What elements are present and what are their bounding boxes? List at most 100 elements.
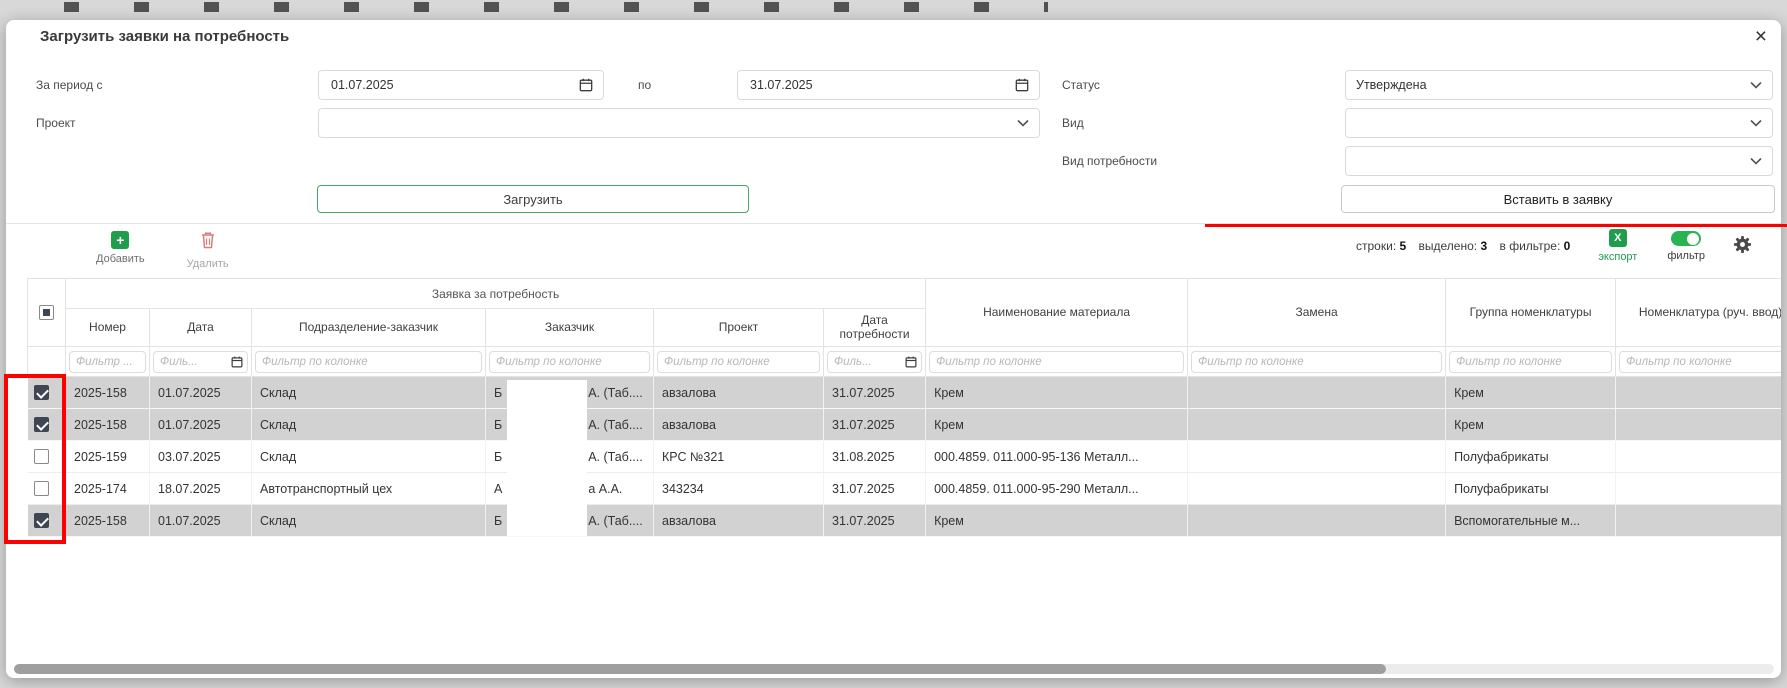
filter-project-cell [654, 347, 824, 377]
column-header-date[interactable]: Дата [150, 309, 252, 347]
requests-table: Заявка за потребность Наименование матер… [27, 278, 1781, 570]
column-header-group[interactable]: Группа номенклатуры [1446, 279, 1616, 347]
column-header-number[interactable]: Номер [66, 309, 150, 347]
group-header: Заявка за потребность [66, 279, 926, 309]
cell-number: 2025-158 [66, 409, 150, 441]
cell-date: 03.07.2025 [150, 441, 252, 473]
period-to-label: по [638, 78, 651, 92]
selected-count: 3 [1480, 239, 1487, 253]
close-icon[interactable]: × [1755, 26, 1767, 47]
filter-empty-cell [28, 347, 66, 377]
filter-toggle-block[interactable]: фильтр [1667, 229, 1705, 262]
cell-date: 01.07.2025 [150, 377, 252, 409]
filter-material-input[interactable] [929, 351, 1184, 373]
chevron-down-icon [1750, 81, 1762, 89]
annotation-red-box-checkboxes [4, 374, 66, 544]
cell-department: Склад [252, 441, 486, 473]
calendar-icon[interactable] [1015, 78, 1029, 92]
period-from-field[interactable] [318, 70, 604, 100]
cell-department: Склад [252, 409, 486, 441]
cell-project: авзалова [654, 377, 824, 409]
load-requests-dialog: Загрузить заявки на потребность × За пер… [6, 20, 1781, 678]
table-row[interactable]: 2025-17418.07.2025Автотранспортный цехАа… [28, 473, 1782, 505]
chevron-down-icon [1017, 119, 1029, 127]
load-button[interactable]: Загрузить [317, 185, 749, 213]
cell-group: Полуфабрикаты [1446, 473, 1616, 505]
cell-date: 01.07.2025 [150, 505, 252, 537]
cell-manual [1616, 505, 1781, 537]
settings-button[interactable] [1733, 235, 1752, 259]
cell-number: 2025-158 [66, 377, 150, 409]
cell-material: 000.4859. 011.000-95-136 Металл... [926, 441, 1188, 473]
select-all-cell[interactable] [28, 279, 66, 347]
cell-date: 01.07.2025 [150, 409, 252, 441]
cell-need_date: 31.07.2025 [824, 505, 926, 537]
delete-button[interactable]: Удалить [187, 231, 229, 270]
cell-department: Склад [252, 505, 486, 537]
filter-department-cell [252, 347, 486, 377]
project-select[interactable] [318, 108, 1040, 138]
cell-group: Полуфабрикаты [1446, 441, 1616, 473]
column-header-manual[interactable]: Номенклатура (руч. ввод) [1616, 279, 1781, 347]
vid-select[interactable] [1345, 108, 1773, 138]
calendar-icon[interactable] [579, 78, 593, 92]
filtered-label: в фильтре: [1500, 239, 1561, 253]
cell-replacement [1188, 441, 1446, 473]
status-select[interactable]: Утверждена [1345, 70, 1773, 100]
need-type-label: Вид потребности [1062, 154, 1157, 168]
filter-need-date-input[interactable] [832, 352, 905, 372]
need-type-select[interactable] [1345, 146, 1773, 176]
table-row[interactable]: 2025-15801.07.2025СкладБА. (Таб....авзал… [28, 377, 1782, 409]
filter-customer-input[interactable] [489, 351, 650, 373]
cell-replacement [1188, 505, 1446, 537]
column-header-department[interactable]: Подразделение-заказчик [252, 309, 486, 347]
filter-project-input[interactable] [657, 351, 820, 373]
rows-label: строки: [1356, 239, 1396, 253]
column-header-material[interactable]: Наименование материала [926, 279, 1188, 347]
filter-number-input[interactable] [69, 351, 146, 373]
add-button[interactable]: + Добавить [96, 231, 145, 270]
horizontal-scrollbar[interactable] [14, 664, 1774, 674]
insert-into-request-button[interactable]: Вставить в заявку [1341, 185, 1775, 213]
filter-customer-cell [486, 347, 654, 377]
period-from-input[interactable] [329, 77, 573, 93]
calendar-icon [231, 356, 243, 368]
select-all-checkbox[interactable] [39, 305, 54, 320]
cell-need_date: 31.07.2025 [824, 409, 926, 441]
filter-date-cell [150, 347, 252, 377]
filter-group-cell [1446, 347, 1616, 377]
cell-replacement [1188, 409, 1446, 441]
background-app-toolbar-icons [38, 2, 1048, 12]
column-header-customer[interactable]: Заказчик [486, 309, 654, 347]
cell-replacement [1188, 377, 1446, 409]
table-row[interactable]: 2025-15903.07.2025СкладБА. (Таб....КРС №… [28, 441, 1782, 473]
column-header-need-date[interactable]: Дата потребности [824, 309, 926, 347]
filter-date-input[interactable] [158, 352, 231, 372]
filter-department-input[interactable] [255, 351, 482, 373]
project-label: Проект [36, 116, 76, 130]
table-row[interactable]: 2025-15801.07.2025СкладБА. (Таб....авзал… [28, 505, 1782, 537]
filter-need-date-cell [824, 347, 926, 377]
horizontal-scrollbar-thumb[interactable] [14, 664, 1386, 674]
cell-number: 2025-158 [66, 505, 150, 537]
table-row[interactable]: 2025-15801.07.2025СкладБА. (Таб....авзал… [28, 409, 1782, 441]
cell-need_date: 31.08.2025 [824, 441, 926, 473]
filter-replacement-cell [1188, 347, 1446, 377]
filter-toggle[interactable] [1671, 231, 1701, 246]
cell-manual [1616, 409, 1781, 441]
column-header-replacement[interactable]: Замена [1188, 279, 1446, 347]
cell-project: авзалова [654, 409, 824, 441]
filter-manual-input[interactable] [1619, 351, 1781, 373]
delete-button-label: Удалить [187, 258, 229, 270]
cell-project: 343234 [654, 473, 824, 505]
cell-material: Крем [926, 409, 1188, 441]
filter-replacement-input[interactable] [1191, 351, 1442, 373]
grid-stats: строки: 5 выделено: 3 в фильтре: 0 [1356, 239, 1570, 253]
period-to-input[interactable] [748, 77, 1009, 93]
table-body: 2025-15801.07.2025СкладБА. (Таб....авзал… [28, 377, 1782, 537]
cell-group: Крем [1446, 377, 1616, 409]
export-button[interactable]: X экспорт [1598, 229, 1637, 263]
period-to-field[interactable] [737, 70, 1040, 100]
column-header-project[interactable]: Проект [654, 309, 824, 347]
filter-group-input[interactable] [1449, 351, 1612, 373]
